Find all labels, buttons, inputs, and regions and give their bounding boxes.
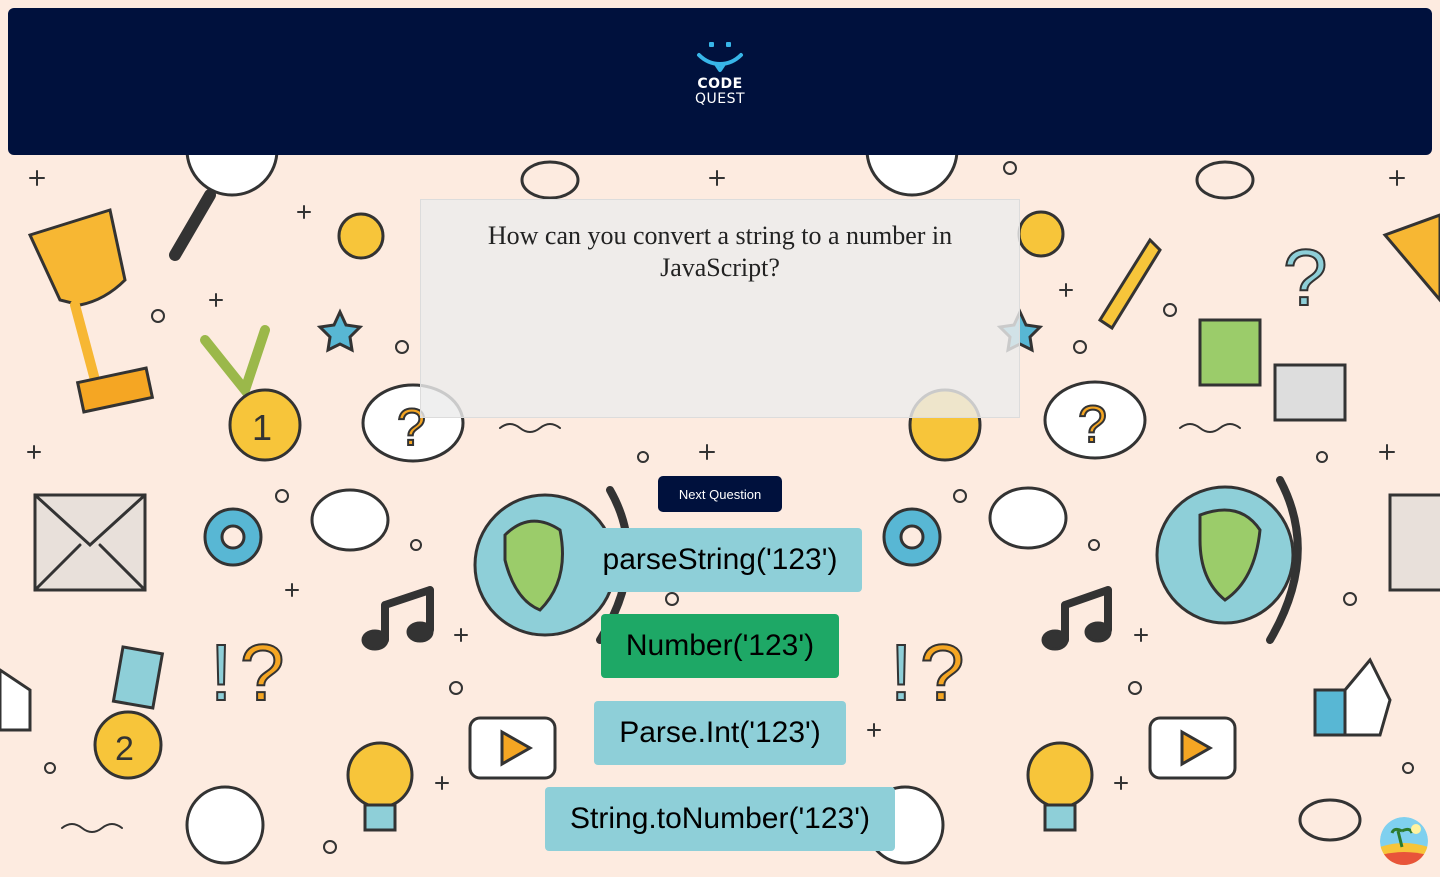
svg-text:2: 2 [115,730,134,768]
trophy-icon [1382,213,1440,303]
question-card: How can you convert a string to a number… [420,199,1020,418]
music-note-icon [361,586,434,651]
answer-option-1[interactable]: parseString('123') [578,528,862,592]
music-note-icon [1041,586,1112,651]
avatar-icon[interactable] [1380,817,1428,865]
svg-text:1: 1 [252,407,272,448]
play-icon [468,716,1237,780]
logo-text-code: CODE [697,76,743,92]
svg-text:?: ? [1283,233,1328,322]
answer-option-4[interactable]: String.toNumber('123') [545,787,895,851]
svg-text:!: ! [890,628,912,717]
puzzle-icon [1198,318,1347,422]
pencil-icon [1097,237,1162,331]
gear-icon [882,507,942,567]
envelope-icon [33,493,147,592]
trophy-icon [27,208,155,414]
exclamation-bubble-icon [988,486,1068,550]
header-bar: CODE QUEST [8,8,1432,155]
exclamation-question-icon: ! ? ! ? [209,627,966,718]
svg-text:?: ? [920,628,965,717]
svg-text:?: ? [1078,396,1107,454]
svg-text:!: ! [210,628,232,717]
logo-text-quest: QUEST [694,91,746,107]
question-text: How can you convert a string to a number… [487,221,953,282]
logo[interactable]: CODE QUEST [680,40,760,120]
answer-option-3[interactable]: Parse.Int('123') [594,701,846,765]
medal-icon: 1 [200,325,302,462]
svg-text:?: ? [240,628,285,717]
answer-option-2-correct[interactable]: Number('123') [601,614,839,678]
envelope-icon [1388,493,1440,592]
gear-icon [203,507,263,567]
medal-icon: 2 [93,645,165,780]
logo-icon [697,42,743,72]
next-question-button[interactable]: Next Question [658,476,782,512]
globe-icon [1155,476,1302,644]
exclamation-bubble-icon [310,488,390,552]
